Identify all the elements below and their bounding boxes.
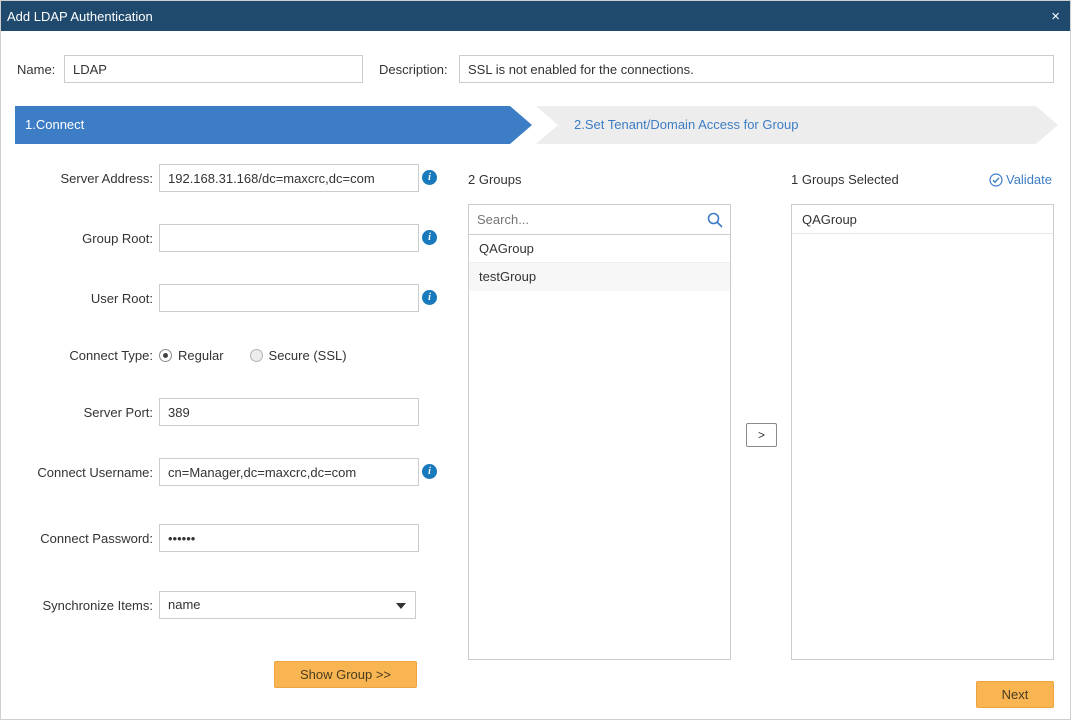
synchronize-items-select[interactable]: name bbox=[159, 591, 416, 619]
wizard-steps: 1.Connect 2.Set Tenant/Domain Access for… bbox=[15, 106, 1058, 144]
radio-secure-ssl[interactable] bbox=[250, 349, 263, 362]
connect-type-options: Regular Secure (SSL) bbox=[159, 348, 347, 363]
server-address-input[interactable] bbox=[159, 164, 419, 192]
validate-check-icon bbox=[989, 173, 1003, 187]
connect-username-info-icon[interactable]: i bbox=[422, 464, 437, 479]
selected-groups-panel: QAGroup bbox=[791, 204, 1054, 660]
server-port-input[interactable] bbox=[159, 398, 419, 426]
radio-regular-label: Regular bbox=[178, 348, 224, 363]
user-root-info-icon[interactable]: i bbox=[422, 290, 437, 305]
connect-username-label: Connect Username: bbox=[1, 465, 153, 480]
step-tenant-domain-access[interactable]: 2.Set Tenant/Domain Access for Group bbox=[536, 106, 1058, 144]
groups-count-header: 2 Groups bbox=[468, 172, 521, 187]
group-list-item[interactable]: QAGroup bbox=[469, 235, 730, 263]
group-root-input[interactable] bbox=[159, 224, 419, 252]
server-address-label: Server Address: bbox=[1, 171, 153, 186]
group-search-row bbox=[469, 205, 730, 235]
radio-secure-ssl-label: Secure (SSL) bbox=[269, 348, 347, 363]
synchronize-items-value: name bbox=[168, 597, 201, 612]
groups-list-panel: QAGroup testGroup bbox=[468, 204, 731, 660]
group-root-info-icon[interactable]: i bbox=[422, 230, 437, 245]
show-group-button[interactable]: Show Group >> bbox=[274, 661, 417, 688]
dialog-title: Add LDAP Authentication bbox=[7, 9, 153, 24]
connect-username-input[interactable] bbox=[159, 458, 419, 486]
dialog-titlebar: Add LDAP Authentication × bbox=[1, 1, 1070, 31]
user-root-label: User Root: bbox=[1, 291, 153, 306]
validate-label: Validate bbox=[1006, 172, 1052, 187]
close-icon[interactable]: × bbox=[1051, 9, 1060, 24]
group-list-item[interactable]: testGroup bbox=[469, 263, 730, 291]
name-label: Name: bbox=[17, 62, 55, 77]
server-port-label: Server Port: bbox=[1, 405, 153, 420]
selected-groups-header: 1 Groups Selected bbox=[791, 172, 899, 187]
name-input[interactable] bbox=[64, 55, 363, 83]
selected-group-item[interactable]: QAGroup bbox=[792, 205, 1053, 234]
search-icon bbox=[706, 211, 724, 229]
step-connect[interactable]: 1.Connect bbox=[15, 106, 532, 144]
group-root-label: Group Root: bbox=[1, 231, 153, 246]
group-search-input[interactable] bbox=[469, 205, 730, 234]
connect-type-label: Connect Type: bbox=[1, 348, 153, 363]
connect-password-label: Connect Password: bbox=[1, 531, 153, 546]
chevron-down-icon bbox=[396, 603, 406, 609]
description-label: Description: bbox=[379, 62, 448, 77]
validate-link[interactable]: Validate bbox=[989, 172, 1052, 187]
synchronize-items-label: Synchronize Items: bbox=[1, 598, 153, 613]
server-address-info-icon[interactable]: i bbox=[422, 170, 437, 185]
connect-password-input[interactable] bbox=[159, 524, 419, 552]
add-ldap-dialog: Add LDAP Authentication × Name: Descript… bbox=[0, 0, 1071, 720]
move-right-button[interactable]: > bbox=[746, 423, 777, 447]
description-input[interactable] bbox=[459, 55, 1054, 83]
next-button[interactable]: Next bbox=[976, 681, 1054, 708]
radio-regular[interactable] bbox=[159, 349, 172, 362]
user-root-input[interactable] bbox=[159, 284, 419, 312]
